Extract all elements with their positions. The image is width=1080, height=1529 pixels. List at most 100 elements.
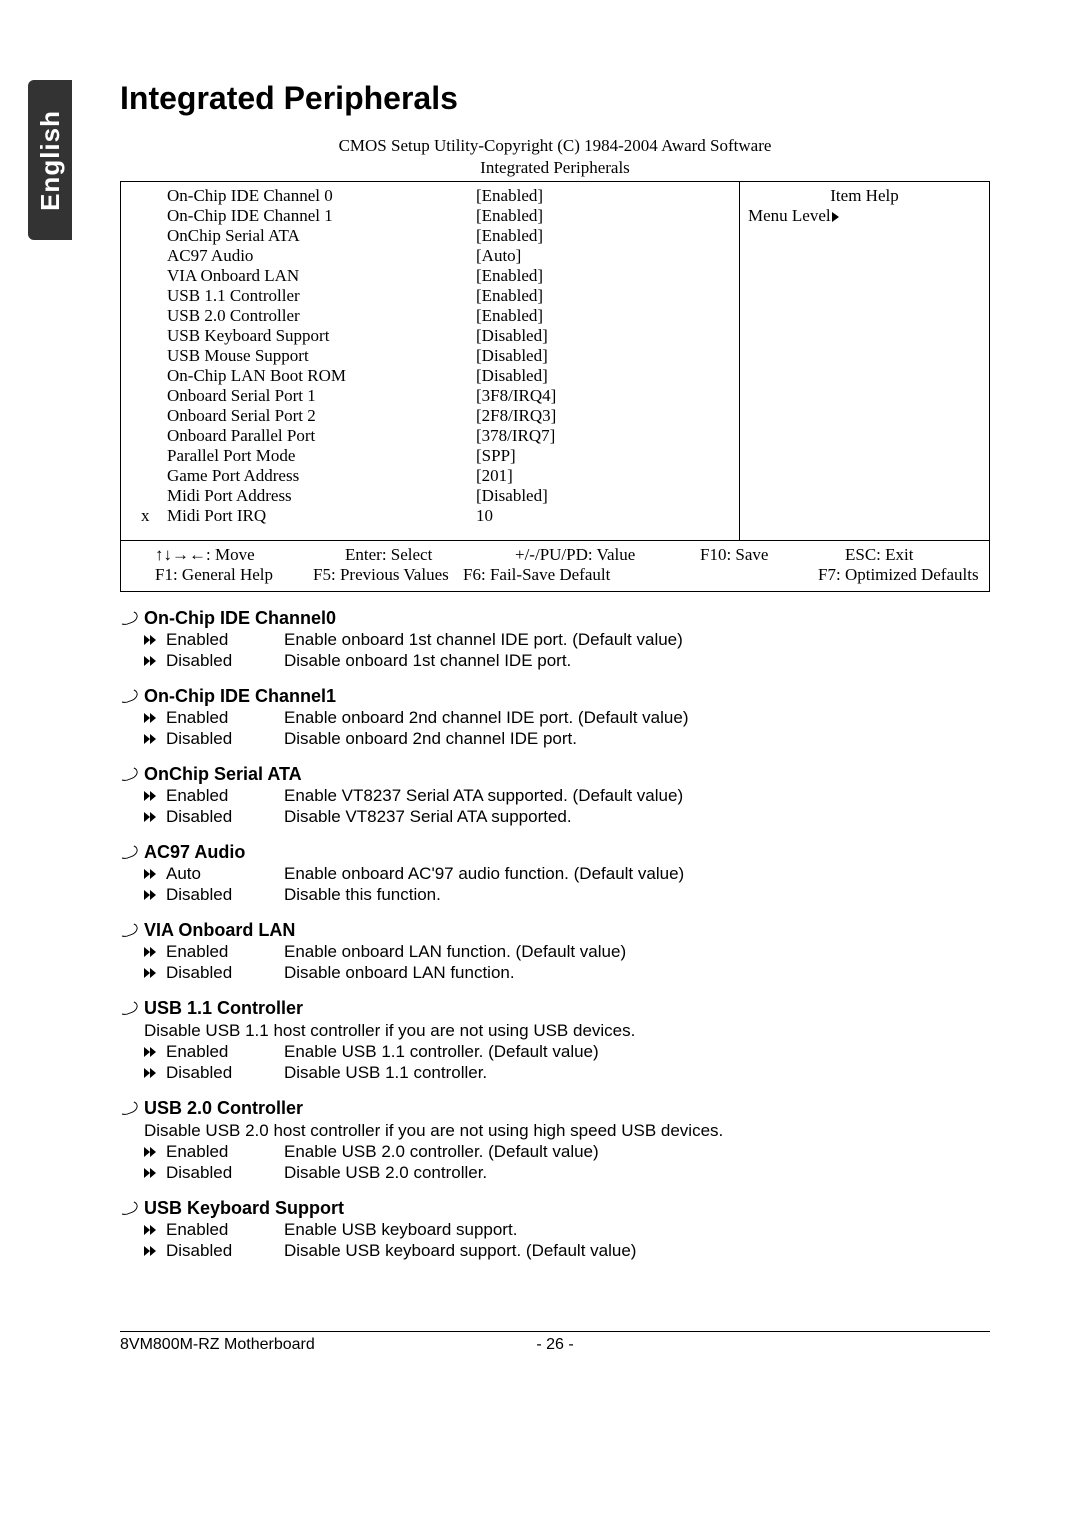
bios-row: On-Chip LAN Boot ROM[Disabled] xyxy=(141,366,731,386)
option-row: DisabledDisable USB 1.1 controller. xyxy=(144,1063,990,1083)
option-name: Disabled xyxy=(144,1063,284,1083)
bios-row-value: [Enabled] xyxy=(476,286,731,306)
bios-row-value: [Enabled] xyxy=(476,266,731,286)
bios-row-value: [Disabled] xyxy=(476,346,731,366)
bios-row: USB 2.0 Controller[Enabled] xyxy=(141,306,731,326)
bios-row: USB 1.1 Controller[Enabled] xyxy=(141,286,731,306)
section-title: VIA Onboard LAN xyxy=(144,920,990,941)
section-title: On-Chip IDE Channel1 xyxy=(144,686,990,707)
option-row: DisabledDisable onboard 1st channel IDE … xyxy=(144,651,990,671)
bios-help-title: Item Help xyxy=(748,186,981,206)
key-f6: F6: Fail-Save Default xyxy=(463,565,818,585)
section-note: Disable USB 2.0 host controller if you a… xyxy=(144,1121,990,1141)
footer-page-number: - 26 - xyxy=(525,1336,585,1354)
section-title: On-Chip IDE Channel0 xyxy=(144,608,990,629)
bios-row: VIA Onboard LAN[Enabled] xyxy=(141,266,731,286)
bios-row-label: Onboard Serial Port 1 xyxy=(141,386,476,406)
bios-row: OnChip Serial ATA[Enabled] xyxy=(141,226,731,246)
bios-menu-level: Menu Level xyxy=(748,206,981,226)
section: AC97 AudioAutoEnable onboard AC'97 audio… xyxy=(120,842,990,905)
option-desc: Disable onboard LAN function. xyxy=(284,963,990,983)
option-desc: Disable VT8237 Serial ATA supported. xyxy=(284,807,990,827)
option-desc: Enable USB 1.1 controller. (Default valu… xyxy=(284,1042,990,1062)
bios-row-label: VIA Onboard LAN xyxy=(141,266,476,286)
option-desc: Disable USB 1.1 controller. xyxy=(284,1063,990,1083)
option-row: EnabledEnable onboard LAN function. (Def… xyxy=(144,942,990,962)
option-name: Enabled xyxy=(144,1220,284,1240)
option-desc: Disable USB keyboard support. (Default v… xyxy=(284,1241,990,1261)
bios-row-label: Game Port Address xyxy=(141,466,476,486)
bios-row: On-Chip IDE Channel 0[Enabled] xyxy=(141,186,731,206)
option-name: Enabled xyxy=(144,1142,284,1162)
bios-row-value: [Disabled] xyxy=(476,486,731,506)
bios-row-value: [378/IRQ7] xyxy=(476,426,731,446)
section-title: USB Keyboard Support xyxy=(144,1198,990,1219)
bios-row-value: [Disabled] xyxy=(476,326,731,346)
bios-row-value: [Enabled] xyxy=(476,186,731,206)
option-row: DisabledDisable this function. xyxy=(144,885,990,905)
bios-row-value: [Enabled] xyxy=(476,306,731,326)
option-desc: Enable USB keyboard support. xyxy=(284,1220,990,1240)
key-esc: ESC: Exit xyxy=(845,545,965,565)
option-desc: Enable onboard 2nd channel IDE port. (De… xyxy=(284,708,990,728)
bios-row-value: [Auto] xyxy=(476,246,731,266)
key-pupd: +/-/PU/PD: Value xyxy=(515,545,700,565)
option-desc: Enable onboard 1st channel IDE port. (De… xyxy=(284,630,990,650)
bios-row-label: Midi Port IRQ xyxy=(141,506,476,526)
option-desc: Enable VT8237 Serial ATA supported. (Def… xyxy=(284,786,990,806)
bios-row-value: [SPP] xyxy=(476,446,731,466)
bios-row-label: Midi Port Address xyxy=(141,486,476,506)
key-move: ↑↓→←: Move xyxy=(155,545,345,565)
option-row: EnabledEnable USB 1.1 controller. (Defau… xyxy=(144,1042,990,1062)
bios-help-pane: Item Help Menu Level xyxy=(739,182,989,540)
bios-row: Onboard Parallel Port[378/IRQ7] xyxy=(141,426,731,446)
option-row: DisabledDisable VT8237 Serial ATA suppor… xyxy=(144,807,990,827)
bios-row-label: On-Chip LAN Boot ROM xyxy=(141,366,476,386)
option-name: Enabled xyxy=(144,786,284,806)
option-row: AutoEnable onboard AC'97 audio function.… xyxy=(144,864,990,884)
bios-row: AC97 Audio[Auto] xyxy=(141,246,731,266)
bios-row-label: USB 1.1 Controller xyxy=(141,286,476,306)
bios-row-value: 10 xyxy=(476,506,731,526)
option-row: DisabledDisable USB 2.0 controller. xyxy=(144,1163,990,1183)
bios-row-label: Parallel Port Mode xyxy=(141,446,476,466)
option-row: DisabledDisable onboard 2nd channel IDE … xyxy=(144,729,990,749)
descriptions: On-Chip IDE Channel0EnabledEnable onboar… xyxy=(120,608,990,1261)
section-title: USB 1.1 Controller xyxy=(144,998,990,1019)
bios-row-value: [3F8/IRQ4] xyxy=(476,386,731,406)
section-title: OnChip Serial ATA xyxy=(144,764,990,785)
bios-row-label: USB 2.0 Controller xyxy=(141,306,476,326)
option-name: Disabled xyxy=(144,1163,284,1183)
option-name: Enabled xyxy=(144,942,284,962)
bios-row-label: Onboard Parallel Port xyxy=(141,426,476,446)
option-desc: Disable this function. xyxy=(284,885,990,905)
option-row: DisabledDisable USB keyboard support. (D… xyxy=(144,1241,990,1261)
section-title: USB 2.0 Controller xyxy=(144,1098,990,1119)
bios-row: On-Chip IDE Channel 1[Enabled] xyxy=(141,206,731,226)
bios-row: Onboard Serial Port 2[2F8/IRQ3] xyxy=(141,406,731,426)
option-row: EnabledEnable USB keyboard support. xyxy=(144,1220,990,1240)
key-f7: F7: Optimized Defaults xyxy=(818,565,979,585)
section: VIA Onboard LANEnabledEnable onboard LAN… xyxy=(120,920,990,983)
option-row: EnabledEnable USB 2.0 controller. (Defau… xyxy=(144,1142,990,1162)
option-name: Disabled xyxy=(144,1241,284,1261)
bios-row: Midi Port IRQ10 xyxy=(141,506,731,526)
bios-row-label: Onboard Serial Port 2 xyxy=(141,406,476,426)
option-name: Enabled xyxy=(144,708,284,728)
bios-header: CMOS Setup Utility-Copyright (C) 1984-20… xyxy=(120,135,990,179)
section: On-Chip IDE Channel1EnabledEnable onboar… xyxy=(120,686,990,749)
bios-box: On-Chip IDE Channel 0[Enabled]On-Chip ID… xyxy=(120,181,990,592)
option-desc: Enable onboard AC'97 audio function. (De… xyxy=(284,864,990,884)
bios-row-label: USB Mouse Support xyxy=(141,346,476,366)
language-tab: English xyxy=(28,80,72,240)
bios-row-label: AC97 Audio xyxy=(141,246,476,266)
bios-row: Parallel Port Mode[SPP] xyxy=(141,446,731,466)
key-f5: F5: Previous Values xyxy=(273,565,463,585)
bios-row: Midi Port Address[Disabled] xyxy=(141,486,731,506)
key-f10: F10: Save xyxy=(700,545,845,565)
option-row: EnabledEnable onboard 1st channel IDE po… xyxy=(144,630,990,650)
bios-row: Game Port Address[201] xyxy=(141,466,731,486)
option-name: Disabled xyxy=(144,651,284,671)
bios-row: USB Mouse Support[Disabled] xyxy=(141,346,731,366)
bios-settings-pane: On-Chip IDE Channel 0[Enabled]On-Chip ID… xyxy=(121,182,739,540)
